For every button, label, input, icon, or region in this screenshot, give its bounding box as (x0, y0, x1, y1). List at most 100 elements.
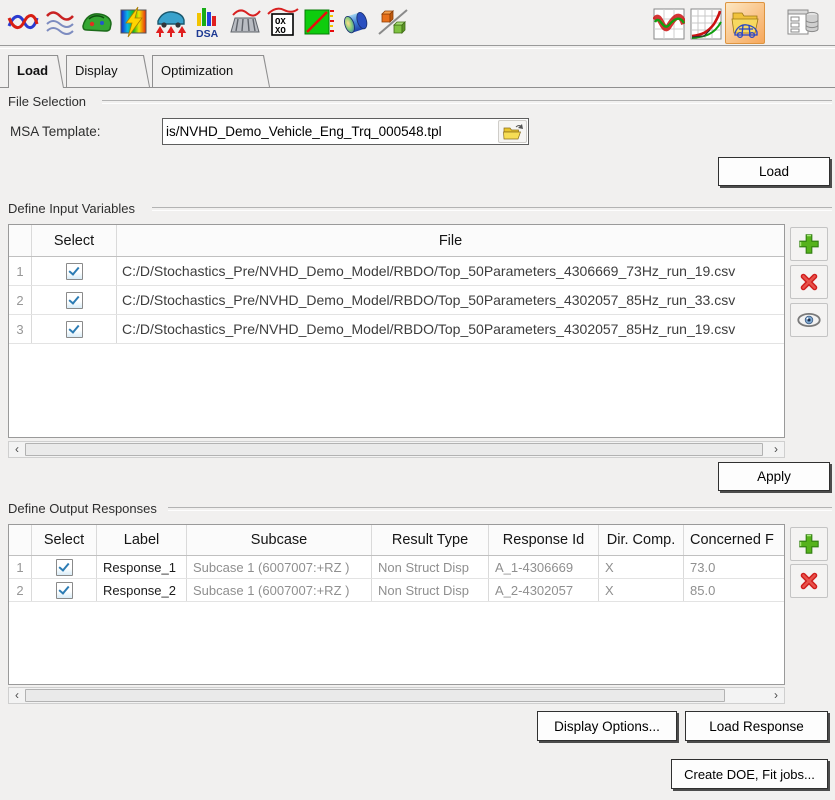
response-label-cell[interactable]: Response_1 (97, 556, 187, 578)
row-select-checkbox[interactable] (66, 292, 83, 309)
browse-template-button[interactable] (498, 120, 527, 143)
scroll-left-arrow[interactable]: ‹ (9, 442, 25, 457)
delete-input-file-button[interactable] (790, 265, 828, 299)
input-header-num (9, 225, 32, 256)
eye-icon (796, 310, 822, 330)
output-table-row[interactable]: 2 Response_2 Subcase 1 (6007007:+RZ ) No… (9, 579, 784, 602)
curves-compare-icon[interactable] (6, 3, 40, 41)
scrollbar-thumb[interactable] (25, 443, 763, 456)
input-table-hscrollbar[interactable]: ‹ › (8, 441, 785, 458)
output-table-header: Select Label Subcase Result Type Respons… (9, 525, 784, 556)
output-header-label[interactable]: Label (97, 525, 187, 555)
tab-optimization[interactable]: Optimization (152, 55, 270, 87)
load-response-button[interactable]: Load Response (685, 711, 828, 741)
load-button[interactable]: Load (718, 157, 830, 186)
file-path-cell[interactable]: C:/D/Stochastics_Pre/NVHD_Demo_Model/RBD… (117, 257, 784, 285)
input-table-row[interactable]: 1 C:/D/Stochastics_Pre/NVHD_Demo_Model/R… (9, 257, 784, 286)
dir-comp-cell[interactable]: X (599, 556, 684, 578)
row-select-checkbox[interactable] (56, 582, 73, 599)
concerned-cell[interactable]: 85.0 (684, 579, 784, 601)
response-id-cell[interactable]: A_2-4302057 (489, 579, 599, 601)
output-header-concerned[interactable]: Concerned F (684, 525, 784, 555)
scrollbar-thumb[interactable] (25, 689, 725, 702)
output-header-response-id[interactable]: Response Id (489, 525, 599, 555)
apply-button[interactable]: Apply (718, 462, 830, 491)
cylinder-3d-icon[interactable] (339, 3, 373, 41)
row-select-checkbox[interactable] (56, 559, 73, 576)
row-select-checkbox[interactable] (66, 321, 83, 338)
car-loads-icon[interactable] (154, 3, 188, 41)
file-selection-group-label: File Selection (8, 94, 86, 109)
input-table-row[interactable]: 2 C:/D/Stochastics_Pre/NVHD_Demo_Model/R… (9, 286, 784, 315)
output-header-subcase[interactable]: Subcase (187, 525, 372, 555)
response-label-cell[interactable]: Response_2 (97, 579, 187, 601)
tab-baseline (0, 87, 835, 88)
result-type-cell[interactable]: Non Struct Disp (372, 556, 489, 578)
input-variables-group-line (152, 207, 832, 211)
input-table-header: Select File (9, 225, 784, 257)
msa-template-icon[interactable] (725, 2, 765, 44)
input-table-row[interactable]: 3 C:/D/Stochastics_Pre/NVHD_Demo_Model/R… (9, 315, 784, 344)
response-id-cell[interactable]: A_1-4306669 (489, 556, 599, 578)
output-responses-table: Select Label Subcase Result Type Respons… (8, 524, 785, 685)
form-database-icon[interactable] (786, 7, 820, 37)
linked-cubes-icon[interactable] (376, 3, 410, 41)
output-responses-group-line (168, 507, 832, 511)
dir-comp-cell[interactable]: X (599, 579, 684, 601)
row-number: 1 (9, 556, 32, 578)
row-number: 2 (9, 286, 32, 314)
display-options-button[interactable]: Display Options... (537, 711, 677, 741)
output-header-dir-comp[interactable]: Dir. Comp. (599, 525, 684, 555)
subcase-cell[interactable]: Subcase 1 (6007007:+RZ ) (187, 579, 372, 601)
dsa-bars-icon[interactable]: DSA (191, 3, 225, 41)
plus-icon (797, 232, 821, 256)
row-number: 1 (9, 257, 32, 285)
subcase-cell[interactable]: Subcase 1 (6007007:+RZ ) (187, 556, 372, 578)
input-variables-group-label: Define Input Variables (8, 201, 135, 216)
row-select-checkbox[interactable] (66, 263, 83, 280)
delete-output-response-button[interactable] (790, 564, 828, 598)
wave-modes-icon[interactable] (43, 3, 77, 41)
output-header-num (9, 525, 32, 555)
toolbar-left-group: DSA OX XO (6, 3, 410, 41)
diagonal-plot-icon[interactable] (302, 3, 336, 41)
msa-application-window: DSA OX XO (0, 0, 835, 800)
output-header-result-type[interactable]: Result Type (372, 525, 489, 555)
tab-load-label: Load (8, 55, 64, 78)
scroll-right-arrow[interactable]: › (768, 688, 784, 703)
add-input-file-button[interactable] (790, 227, 828, 261)
preview-input-file-button[interactable] (790, 303, 828, 337)
main-toolbar: DSA OX XO (0, 0, 835, 45)
output-table-row[interactable]: 1 Response_1 Subcase 1 (6007007:+RZ ) No… (9, 556, 784, 579)
engine-response-icon[interactable] (228, 3, 262, 41)
file-path-cell[interactable]: C:/D/Stochastics_Pre/NVHD_Demo_Model/RBD… (117, 315, 784, 343)
tab-display[interactable]: Display (66, 55, 150, 87)
result-type-cell[interactable]: Non Struct Disp (372, 579, 489, 601)
tab-optimization-label: Optimization (152, 55, 270, 78)
add-output-response-button[interactable] (790, 527, 828, 561)
waveform-chart-icon[interactable] (652, 5, 686, 43)
fit-chart-icon[interactable] (689, 5, 723, 43)
input-header-file[interactable]: File (117, 225, 784, 256)
file-selection-group-line (102, 100, 832, 104)
energy-flash-icon[interactable] (117, 3, 151, 41)
dsa-label: DSA (196, 28, 219, 39)
toolbar-separator (0, 45, 835, 49)
input-variables-table: Select File 1 C:/D/Stochastics_Pre/NVHD_… (8, 224, 785, 438)
scroll-left-arrow[interactable]: ‹ (9, 688, 25, 703)
msa-template-value[interactable]: is/NVHD_Demo_Vehicle_Eng_Trq_000548.tpl (163, 124, 498, 139)
create-doe-fit-jobs-button[interactable]: Create DOE, Fit jobs... (671, 759, 828, 789)
row-number: 3 (9, 315, 32, 343)
msa-template-field[interactable]: is/NVHD_Demo_Vehicle_Eng_Trq_000548.tpl (162, 118, 529, 145)
plus-icon (797, 532, 821, 556)
output-table-hscrollbar[interactable]: ‹ › (8, 687, 785, 704)
input-header-select[interactable]: Select (32, 225, 117, 256)
doe-matrix-icon[interactable]: OX XO (265, 3, 299, 41)
file-path-cell[interactable]: C:/D/Stochastics_Pre/NVHD_Demo_Model/RBD… (117, 286, 784, 314)
matrix-bottom-label: XO (275, 26, 286, 36)
scroll-right-arrow[interactable]: › (768, 442, 784, 457)
car-body-green-icon[interactable] (80, 3, 114, 41)
output-header-select[interactable]: Select (32, 525, 97, 555)
concerned-cell[interactable]: 73.0 (684, 556, 784, 578)
tab-load[interactable]: Load (8, 55, 64, 88)
